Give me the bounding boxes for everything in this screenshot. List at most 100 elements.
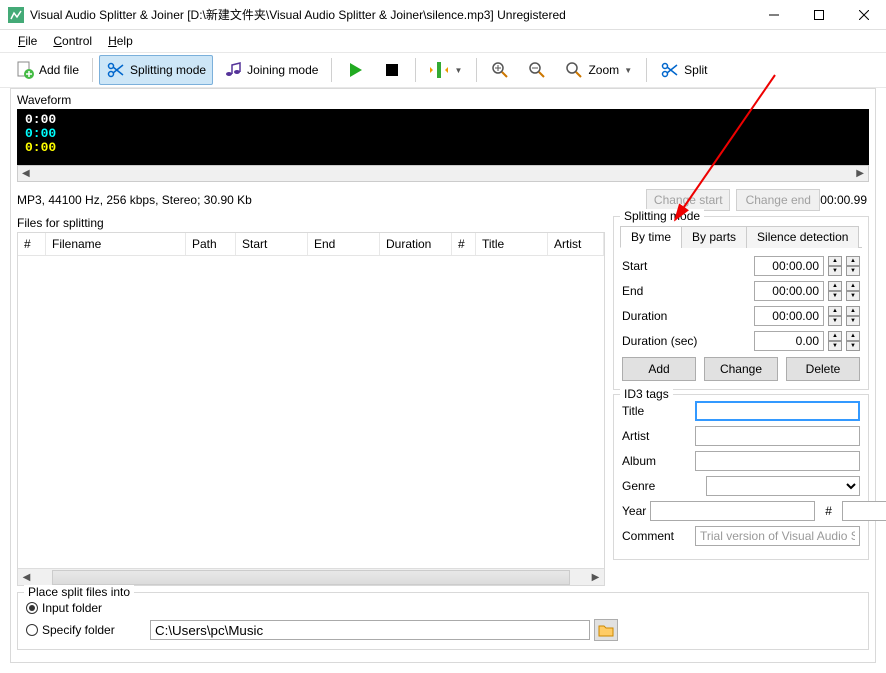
add-file-label: Add file — [39, 63, 79, 77]
markers-button[interactable]: ▼ — [422, 55, 470, 85]
play-button[interactable] — [338, 55, 372, 85]
menu-control[interactable]: Control — [47, 32, 98, 50]
specify-folder-radio[interactable] — [26, 624, 38, 636]
separator — [92, 58, 93, 82]
tab-by-parts[interactable]: By parts — [681, 226, 747, 248]
col-duration[interactable]: Duration — [380, 233, 452, 255]
split-button[interactable]: Split — [653, 55, 714, 85]
content-area: Waveform 0:00 0:00 0:00 ◀▶ MP3, 44100 Hz… — [10, 88, 876, 663]
joining-mode-label: Joining mode — [247, 63, 318, 77]
waveform-display[interactable]: 0:00 0:00 0:00 — [17, 109, 869, 165]
zoom-button[interactable]: Zoom▼ — [557, 55, 640, 85]
start-input[interactable] — [754, 256, 824, 276]
hash-label: # — [819, 504, 838, 518]
dropdown-icon: ▼ — [623, 66, 633, 75]
start-spinner[interactable]: ▲▼ — [828, 256, 842, 276]
menu-file[interactable]: File — [12, 32, 43, 50]
scroll-right-icon[interactable]: ▶ — [587, 572, 604, 583]
col-end[interactable]: End — [308, 233, 380, 255]
id3-panel: ID3 tags Title Artist Album Genre Year# … — [613, 394, 869, 560]
duration-sec-spinner[interactable]: ▲▼ — [828, 331, 842, 351]
col-num2[interactable]: # — [452, 233, 476, 255]
table-header: # Filename Path Start End Duration # Tit… — [18, 233, 604, 256]
separator — [646, 58, 647, 82]
genre-label: Genre — [622, 479, 702, 493]
zoom-icon — [564, 60, 584, 80]
input-folder-radio-row[interactable]: Input folder — [26, 599, 860, 617]
tab-by-time[interactable]: By time — [620, 226, 682, 248]
scroll-thumb[interactable] — [52, 570, 570, 585]
tab-silence-detection[interactable]: Silence detection — [746, 226, 859, 248]
col-filename[interactable]: Filename — [46, 233, 186, 255]
start-label: Start — [622, 259, 702, 273]
table-body — [18, 256, 604, 568]
duration-sec-input[interactable] — [754, 331, 824, 351]
stop-button[interactable] — [375, 55, 409, 85]
col-start[interactable]: Start — [236, 233, 308, 255]
splitting-mode-button[interactable]: Splitting mode — [99, 55, 213, 85]
comment-label: Comment — [622, 529, 691, 543]
input-folder-radio[interactable] — [26, 602, 38, 614]
col-artist[interactable]: Artist — [548, 233, 604, 255]
duration-spinner[interactable]: ▲▼ — [828, 306, 842, 326]
table-hscrollbar[interactable]: ◀▶ — [18, 568, 604, 585]
col-path[interactable]: Path — [186, 233, 236, 255]
menu-help[interactable]: Help — [102, 32, 139, 50]
close-button[interactable] — [841, 0, 886, 29]
scroll-left-icon[interactable]: ◀ — [18, 572, 35, 583]
waveform-scrollbar[interactable]: ◀▶ — [17, 165, 869, 182]
col-num[interactable]: # — [18, 233, 46, 255]
start-spinner-2[interactable]: ▲▼ — [846, 256, 860, 276]
specify-folder-label: Specify folder — [42, 623, 115, 637]
menubar: File Control Help — [0, 30, 886, 52]
duration-input[interactable] — [754, 306, 824, 326]
path-input[interactable] — [150, 620, 590, 640]
add-file-button[interactable]: Add file — [8, 55, 86, 85]
files-table[interactable]: # Filename Path Start End Duration # Tit… — [17, 232, 605, 586]
comment-input[interactable] — [695, 526, 860, 546]
delete-button[interactable]: Delete — [786, 357, 860, 381]
duration-sec-spinner-2[interactable]: ▲▼ — [846, 331, 860, 351]
browse-button[interactable] — [594, 619, 618, 641]
duration-label: Duration — [622, 309, 702, 323]
year-label: Year — [622, 504, 646, 518]
change-end-button[interactable]: Change end — [736, 189, 820, 211]
change-button[interactable]: Change — [704, 357, 778, 381]
add-button[interactable]: Add — [622, 357, 696, 381]
end-spinner-2[interactable]: ▲▼ — [846, 281, 860, 301]
minimize-button[interactable] — [751, 0, 796, 29]
scroll-left-icon[interactable]: ◀ — [18, 168, 34, 179]
artist-input[interactable] — [695, 426, 860, 446]
genre-select[interactable] — [706, 476, 860, 496]
col-title[interactable]: Title — [476, 233, 548, 255]
title-label: Title — [622, 404, 691, 418]
change-start-button[interactable]: Change start — [646, 189, 730, 211]
duration-spinner-2[interactable]: ▲▼ — [846, 306, 860, 326]
zoom-in-button[interactable] — [483, 55, 517, 85]
total-time: 00:00.99 — [820, 193, 869, 207]
joining-mode-button[interactable]: Joining mode — [216, 55, 325, 85]
track-input[interactable] — [842, 501, 886, 521]
split-label: Split — [684, 63, 707, 77]
year-input[interactable] — [650, 501, 815, 521]
title-input[interactable] — [695, 401, 860, 421]
zoom-out-icon — [527, 60, 547, 80]
stop-icon — [382, 60, 402, 80]
end-input[interactable] — [754, 281, 824, 301]
notes-icon — [223, 60, 243, 80]
zoom-in-icon — [490, 60, 510, 80]
window-title: Visual Audio Splitter & Joiner [D:\新建文件夹… — [30, 6, 751, 23]
album-label: Album — [622, 454, 691, 468]
zoom-out-button[interactable] — [520, 55, 554, 85]
album-input[interactable] — [695, 451, 860, 471]
output-legend: Place split files into — [24, 585, 134, 599]
maximize-button[interactable] — [796, 0, 841, 29]
scroll-right-icon[interactable]: ▶ — [852, 168, 868, 179]
scissors-icon — [660, 60, 680, 80]
end-spinner[interactable]: ▲▼ — [828, 281, 842, 301]
splitting-mode-legend: Splitting mode — [620, 209, 704, 223]
separator — [331, 58, 332, 82]
dropdown-icon: ▼ — [453, 66, 463, 75]
artist-label: Artist — [622, 429, 691, 443]
specify-folder-radio-row[interactable]: Specify folder — [26, 621, 146, 639]
